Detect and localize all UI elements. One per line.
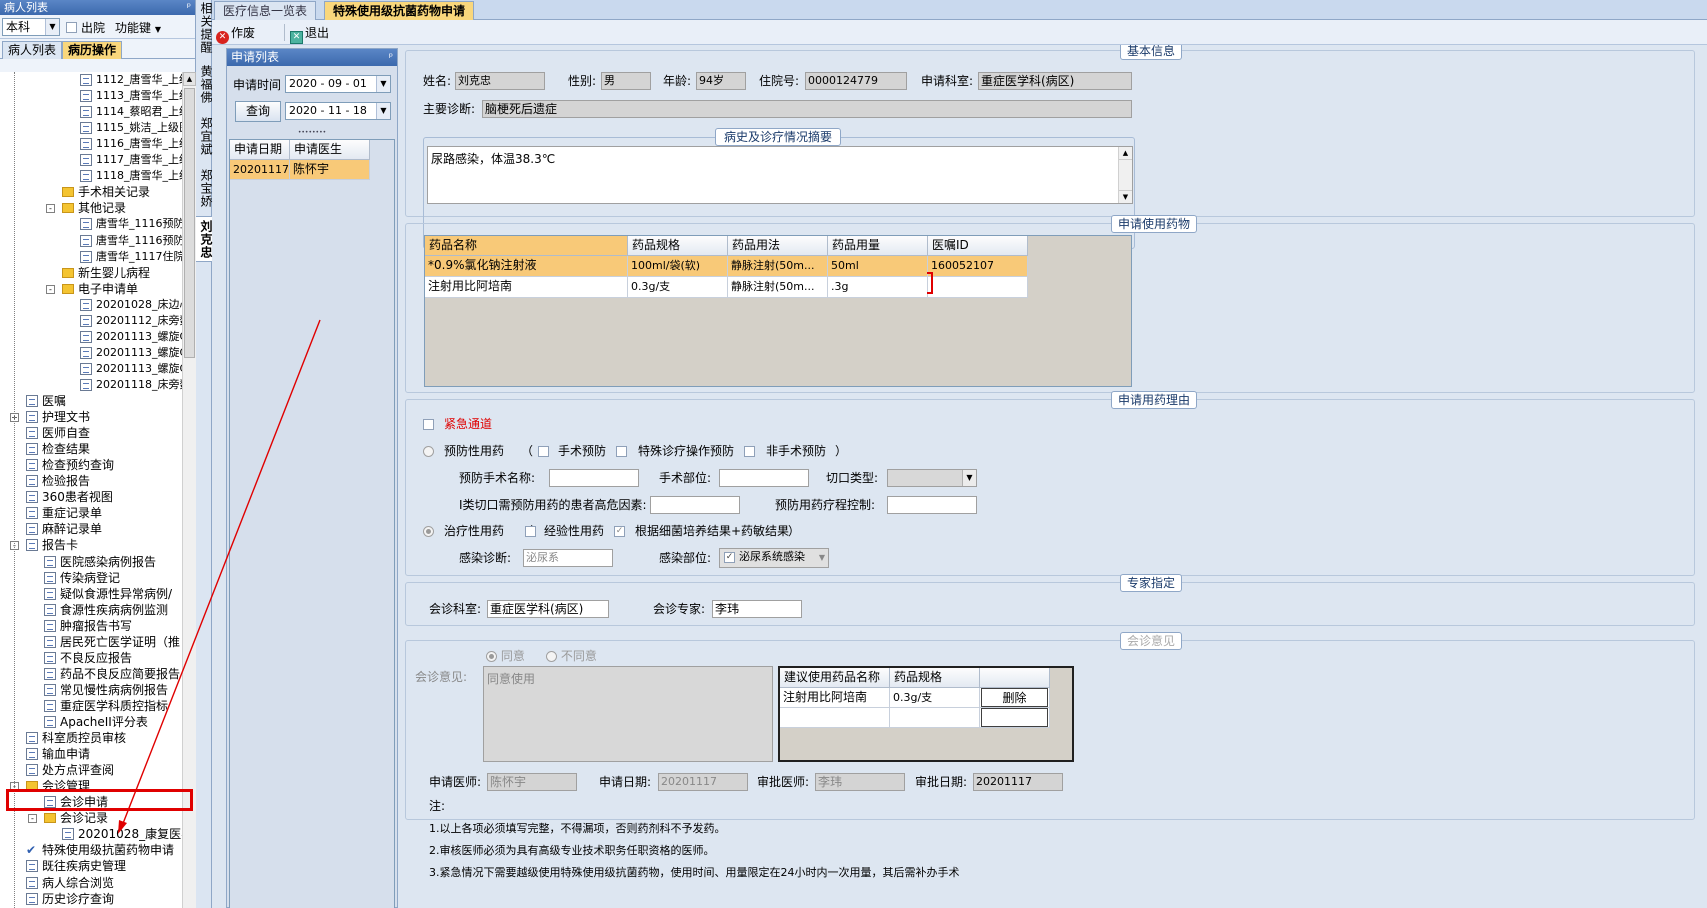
arrow-line xyxy=(121,319,321,827)
annotation-arrow xyxy=(118,319,321,834)
arrow-head xyxy=(118,820,127,834)
